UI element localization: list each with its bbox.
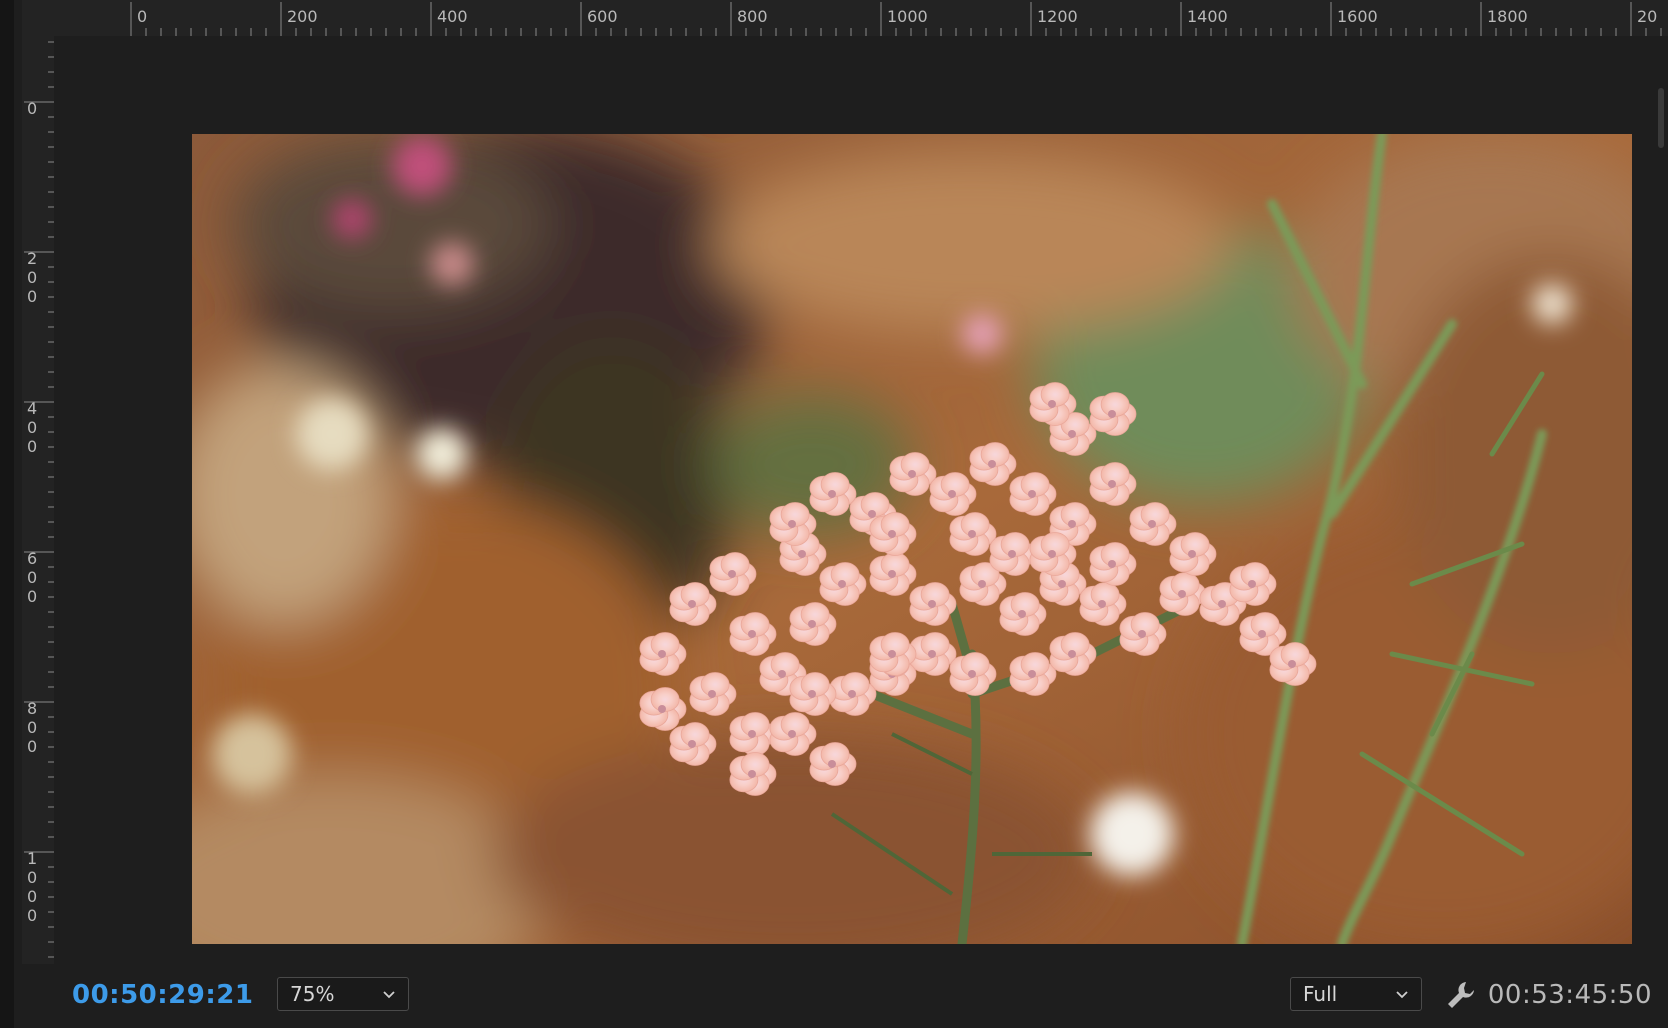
zoom-level-dropdown[interactable]: 75% [277, 977, 409, 1011]
wrench-icon[interactable] [1444, 978, 1478, 1012]
ruler-top-label: 800 [737, 7, 768, 26]
ruler-left-label: 600 [27, 549, 37, 606]
vertical-ruler: 0 200 400 600 800 1000 [22, 36, 55, 964]
ruler-left-label: 0 [27, 99, 37, 118]
horizontal-ruler-graphic: 0 200 400 600 800 1000 1200 1400 1600 18… [130, 2, 1662, 36]
chevron-down-icon [1396, 991, 1408, 999]
ruler-left-label: 800 [27, 699, 37, 756]
video-frame[interactable] [192, 134, 1632, 944]
vertical-ruler-graphic: 0 200 400 600 800 1000 [24, 41, 54, 958]
playback-resolution-dropdown[interactable]: Full [1290, 977, 1422, 1011]
chevron-down-icon [383, 991, 395, 999]
ruler-top-label: 1000 [887, 7, 928, 26]
ruler-left-label: 400 [27, 399, 37, 456]
flower-image [192, 134, 1632, 944]
ruler-left-label: 200 [27, 249, 37, 306]
ruler-top-label: 20 [1637, 7, 1657, 26]
ruler-top-label: 200 [287, 7, 318, 26]
current-timecode[interactable]: 00:50:29:21 [72, 980, 253, 1010]
ruler-corner [22, 0, 54, 36]
ruler-top-label: 600 [587, 7, 618, 26]
ruler-top-label: 1200 [1037, 7, 1078, 26]
playback-resolution-value: Full [1303, 982, 1338, 1006]
monitor-controls: 00:50:29:21 75% Full 00:53:45:50 [22, 964, 1668, 1028]
panel-edge [0, 0, 14, 1028]
program-monitor: 0 200 400 600 800 1000 1200 1400 1600 18… [0, 0, 1668, 1028]
horizontal-ruler: 0 200 400 600 800 1000 1200 1400 1600 18… [22, 0, 1668, 37]
ruler-top-label: 1400 [1187, 7, 1228, 26]
ruler-top-label: 1800 [1487, 7, 1528, 26]
duration-timecode: 00:53:45:50 [1487, 980, 1652, 1010]
vertical-scrollbar[interactable] [1658, 88, 1664, 148]
zoom-level-value: 75% [290, 982, 335, 1006]
ruler-left-label: 1000 [27, 849, 37, 925]
monitor-canvas[interactable] [54, 36, 1668, 964]
ruler-top-label: 1600 [1337, 7, 1378, 26]
ruler-top-label: 400 [437, 7, 468, 26]
ruler-top-label: 0 [137, 7, 147, 26]
